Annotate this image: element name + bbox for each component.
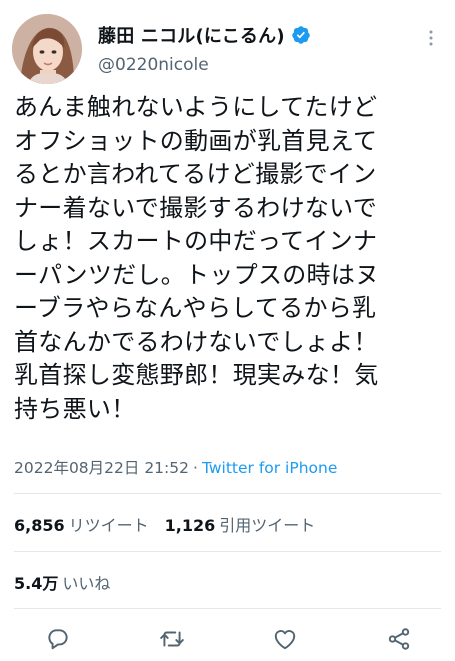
likes-count: 5.4万 — [14, 574, 59, 593]
avatar-image — [12, 14, 82, 84]
retweets-count: 6,856 — [14, 516, 65, 535]
divider — [14, 493, 441, 494]
like-icon[interactable] — [272, 626, 298, 652]
retweets-stat[interactable]: 6,856 リツイート — [14, 516, 149, 535]
verified-badge-icon — [291, 25, 311, 45]
quotes-count: 1,126 — [164, 516, 216, 535]
tweet-text: あんま触れないようにしてたけど オフショットの動画が乳首見えて るとか言われてる… — [14, 93, 380, 423]
tweet-card: 藤田 ニコル(にこるん) @0220nicole あんま触れないようにしてたけど… — [0, 0, 455, 661]
tweet-header: 藤田 ニコル(にこるん) @0220nicole — [0, 0, 455, 90]
avatar[interactable] — [12, 14, 82, 84]
more-options-icon[interactable] — [421, 28, 441, 48]
timestamp[interactable]: 2022年08月22日 21:52 — [14, 459, 189, 477]
meta-separator: · — [193, 459, 198, 477]
likes-stat[interactable]: 5.4万 いいね — [14, 570, 110, 594]
name-row: 藤田 ニコル(にこるん) — [98, 22, 311, 48]
divider — [14, 551, 441, 552]
engagement-stats: 6,856 リツイート 1,126 引用ツイート — [14, 512, 315, 536]
reply-icon[interactable] — [45, 626, 71, 652]
display-name[interactable]: 藤田 ニコル(にこるん) — [98, 22, 285, 48]
likes-label: いいね — [62, 574, 111, 593]
divider — [14, 608, 441, 609]
quotes-label: 引用ツイート — [219, 516, 316, 535]
quotes-stat[interactable]: 1,126 引用ツイート — [165, 516, 316, 535]
share-icon[interactable] — [386, 626, 412, 652]
retweet-icon[interactable] — [159, 626, 185, 652]
user-handle[interactable]: @0220nicole — [98, 55, 209, 75]
retweets-label: リツイート — [68, 516, 149, 535]
tweet-meta: 2022年08月22日 21:52 · Twitter for iPhone — [14, 456, 337, 478]
source-link[interactable]: Twitter for iPhone — [202, 459, 337, 477]
action-bar — [0, 622, 455, 656]
